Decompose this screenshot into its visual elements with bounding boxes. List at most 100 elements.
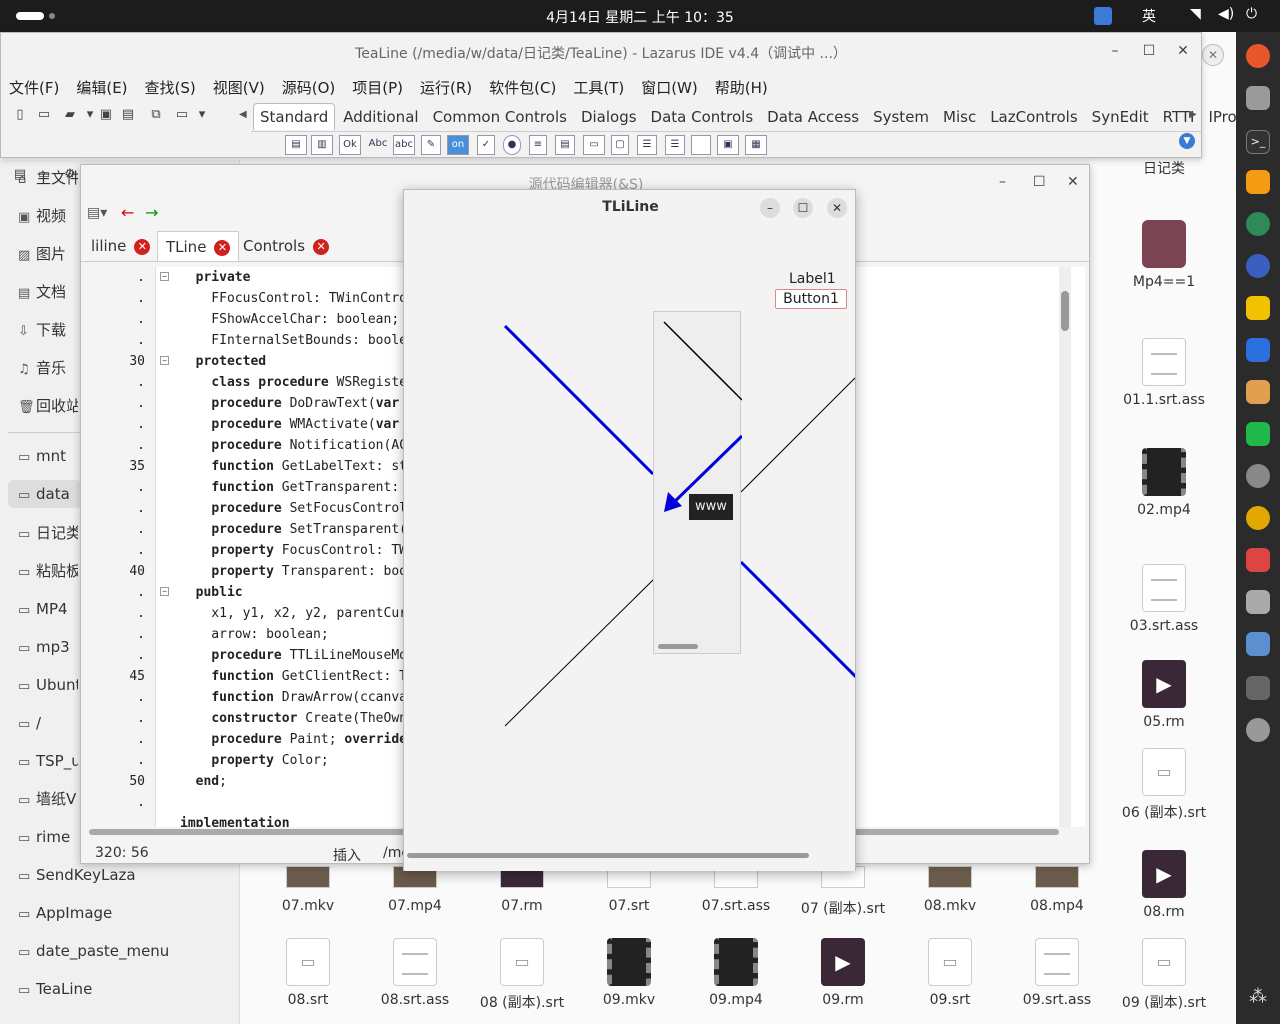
build-icon[interactable]: ⚙	[61, 167, 79, 185]
tscrollbar-icon[interactable]: ▭	[583, 135, 605, 155]
tgroupbox-icon[interactable]: ▢	[611, 135, 629, 155]
liline-component[interactable]	[653, 311, 742, 654]
maximize-icon[interactable]: ☐	[793, 198, 813, 218]
sidebar-item[interactable]: ▤ 文档	[18, 278, 78, 306]
save-icon[interactable]: ▣	[97, 107, 115, 125]
palette-tab[interactable]: LazControls	[984, 104, 1083, 130]
file-item[interactable]: Mp4==1	[1114, 220, 1214, 290]
button1[interactable]: Button1	[775, 289, 847, 309]
firefox-icon[interactable]	[1246, 44, 1270, 68]
sidebar-item[interactable]: ▭ mnt	[18, 442, 78, 470]
palette-dropdown-icon[interactable]: ▼	[1179, 133, 1195, 149]
menu-item[interactable]: 软件包(C)	[489, 79, 556, 97]
tradiobutton-icon[interactable]: ●	[503, 135, 521, 155]
file-item[interactable]: 09.mkv	[579, 938, 679, 1008]
palette-tab[interactable]: Additional	[337, 104, 424, 130]
sidebar-item[interactable]: ▭ date_paste_menu	[18, 937, 228, 965]
close-tab-icon[interactable]: ✕	[214, 239, 231, 256]
tpopupmenu-icon[interactable]: ▥	[311, 135, 333, 155]
sublime-icon[interactable]	[1246, 170, 1270, 194]
fold-toggle-icon[interactable]: −	[160, 587, 169, 596]
terminal-icon[interactable]: >_	[1246, 130, 1270, 154]
files-icon[interactable]	[1246, 86, 1270, 110]
tab-liline[interactable]: liline ✕	[83, 231, 158, 261]
sidebar-item[interactable]: ▭ TeaLine	[18, 975, 228, 1003]
notes-icon[interactable]	[1246, 296, 1270, 320]
chat-icon[interactable]	[1246, 464, 1270, 488]
menu-item[interactable]: 编辑(E)	[76, 79, 127, 97]
sidebar-item[interactable]: ▭ mp3	[18, 633, 78, 661]
input-method-indicator[interactable]: 英	[1142, 6, 1156, 26]
tlistbox-icon[interactable]: ≡	[529, 135, 547, 155]
palette-tab[interactable]: SynEdit	[1086, 104, 1155, 130]
ttogglebox-icon[interactable]: on	[447, 135, 469, 155]
file-item[interactable]: ▶ 05.rm	[1114, 660, 1214, 730]
file-name[interactable]: 07.srt.ass	[686, 898, 786, 914]
file-name[interactable]: 07.rm	[472, 898, 572, 914]
file-name[interactable]: 07.mkv	[258, 898, 358, 914]
text-editor-icon[interactable]	[1246, 338, 1270, 362]
menu-item[interactable]: 查找(S)	[145, 79, 196, 97]
file-item[interactable]: 01.1.srt.ass	[1114, 338, 1214, 408]
file-item[interactable]: 02.mp4	[1114, 448, 1214, 518]
menu-item[interactable]: 视图(V)	[213, 79, 265, 97]
file-item[interactable]: ▭ 09 (副本).srt	[1114, 938, 1214, 1012]
palette-tab[interactable]: Dialogs	[575, 104, 643, 130]
palette-scroll-right-icon[interactable]: ▶	[1189, 109, 1197, 120]
save-all-icon[interactable]: ▤	[119, 107, 137, 125]
tcombobox-icon[interactable]: ▤	[555, 135, 575, 155]
tradiogroup-icon[interactable]: ☰	[637, 135, 657, 155]
show-apps-icon[interactable]: ⁂	[1246, 986, 1270, 1010]
back-arrow-icon[interactable]: ←	[121, 203, 134, 222]
tcheckgroup-icon[interactable]: ☰	[665, 135, 685, 155]
sidebar-item[interactable]: ▭ AppImage	[18, 899, 228, 927]
sidebar-item[interactable]: ▭ TSP_u	[18, 747, 78, 775]
pen-icon[interactable]	[1246, 380, 1270, 404]
sidebar-item[interactable]: ▭ 墙纸V	[18, 785, 78, 813]
form-horizontal-scrollbar[interactable]	[407, 853, 809, 858]
file-name[interactable]: 08.mkv	[900, 898, 1000, 914]
file-item[interactable]: 08.srt.ass	[365, 938, 465, 1008]
palette-tab[interactable]: Standard	[253, 103, 336, 130]
palette-tab[interactable]: Data Controls	[645, 104, 760, 130]
file-item[interactable]: 09.mp4	[686, 938, 786, 1008]
vertical-scrollbar[interactable]	[1059, 267, 1071, 827]
palette-tab[interactable]: Data Access	[761, 104, 865, 130]
tbutton-icon[interactable]: Ok	[339, 135, 361, 155]
app-icon[interactable]	[1246, 212, 1270, 236]
sidebar-item[interactable]: ▭ 日记类	[18, 519, 78, 547]
file-item[interactable]: 09.srt.ass	[1007, 938, 1107, 1008]
file-name[interactable]: 07.mp4	[365, 898, 465, 914]
tab-tline[interactable]: TLine ✕	[157, 231, 240, 261]
close-tab-icon[interactable]: ✕	[313, 238, 330, 255]
sidebar-item[interactable]: ▭ rime	[18, 823, 78, 851]
panel-scrollbar[interactable]	[658, 644, 698, 649]
palette-tab[interactable]: Common Controls	[427, 104, 573, 130]
file-name[interactable]: 08.mp4	[1007, 898, 1107, 914]
minimize-icon[interactable]: –	[760, 198, 780, 218]
wifi-icon[interactable]: ◥	[1190, 6, 1201, 22]
tedit-icon[interactable]: abc	[393, 135, 415, 155]
tmainmenu-icon[interactable]: ▤	[285, 135, 307, 155]
fold-toggle-icon[interactable]: −	[160, 356, 169, 365]
menu-item[interactable]: 源码(O)	[282, 79, 336, 97]
tactionlist-icon[interactable]: ▦	[745, 135, 767, 155]
tframe-icon[interactable]: ▣	[717, 135, 739, 155]
sidebar-item[interactable]: 🗑回收站	[18, 392, 78, 420]
sidebar-item[interactable]: ▨ 图片	[18, 240, 78, 268]
tmemo-icon[interactable]: ✎	[421, 135, 441, 155]
file-name[interactable]: 07.srt	[579, 898, 679, 914]
palette-scroll-left-icon[interactable]: ◀	[239, 109, 247, 120]
close-icon[interactable]: ✕	[1202, 44, 1224, 66]
sidebar-item[interactable]: ▭ data	[8, 480, 82, 508]
view-units-icon[interactable]: ▤	[11, 167, 29, 185]
new-form-icon[interactable]: ▭	[35, 107, 53, 125]
maximize-icon[interactable]: ☐	[1033, 174, 1046, 190]
menu-item[interactable]: 帮助(H)	[715, 79, 768, 97]
clock[interactable]: 4月14日 星期二 上午 10：35	[0, 7, 1280, 27]
sidebar-item[interactable]: ⇩ 下载	[18, 316, 78, 344]
file-item[interactable]: ▭ 08.srt	[258, 938, 358, 1008]
image-viewer-icon[interactable]	[1246, 632, 1270, 656]
menu-item[interactable]: 窗口(W)	[641, 79, 698, 97]
editor-menu-icon[interactable]: ▤▾	[87, 205, 107, 221]
